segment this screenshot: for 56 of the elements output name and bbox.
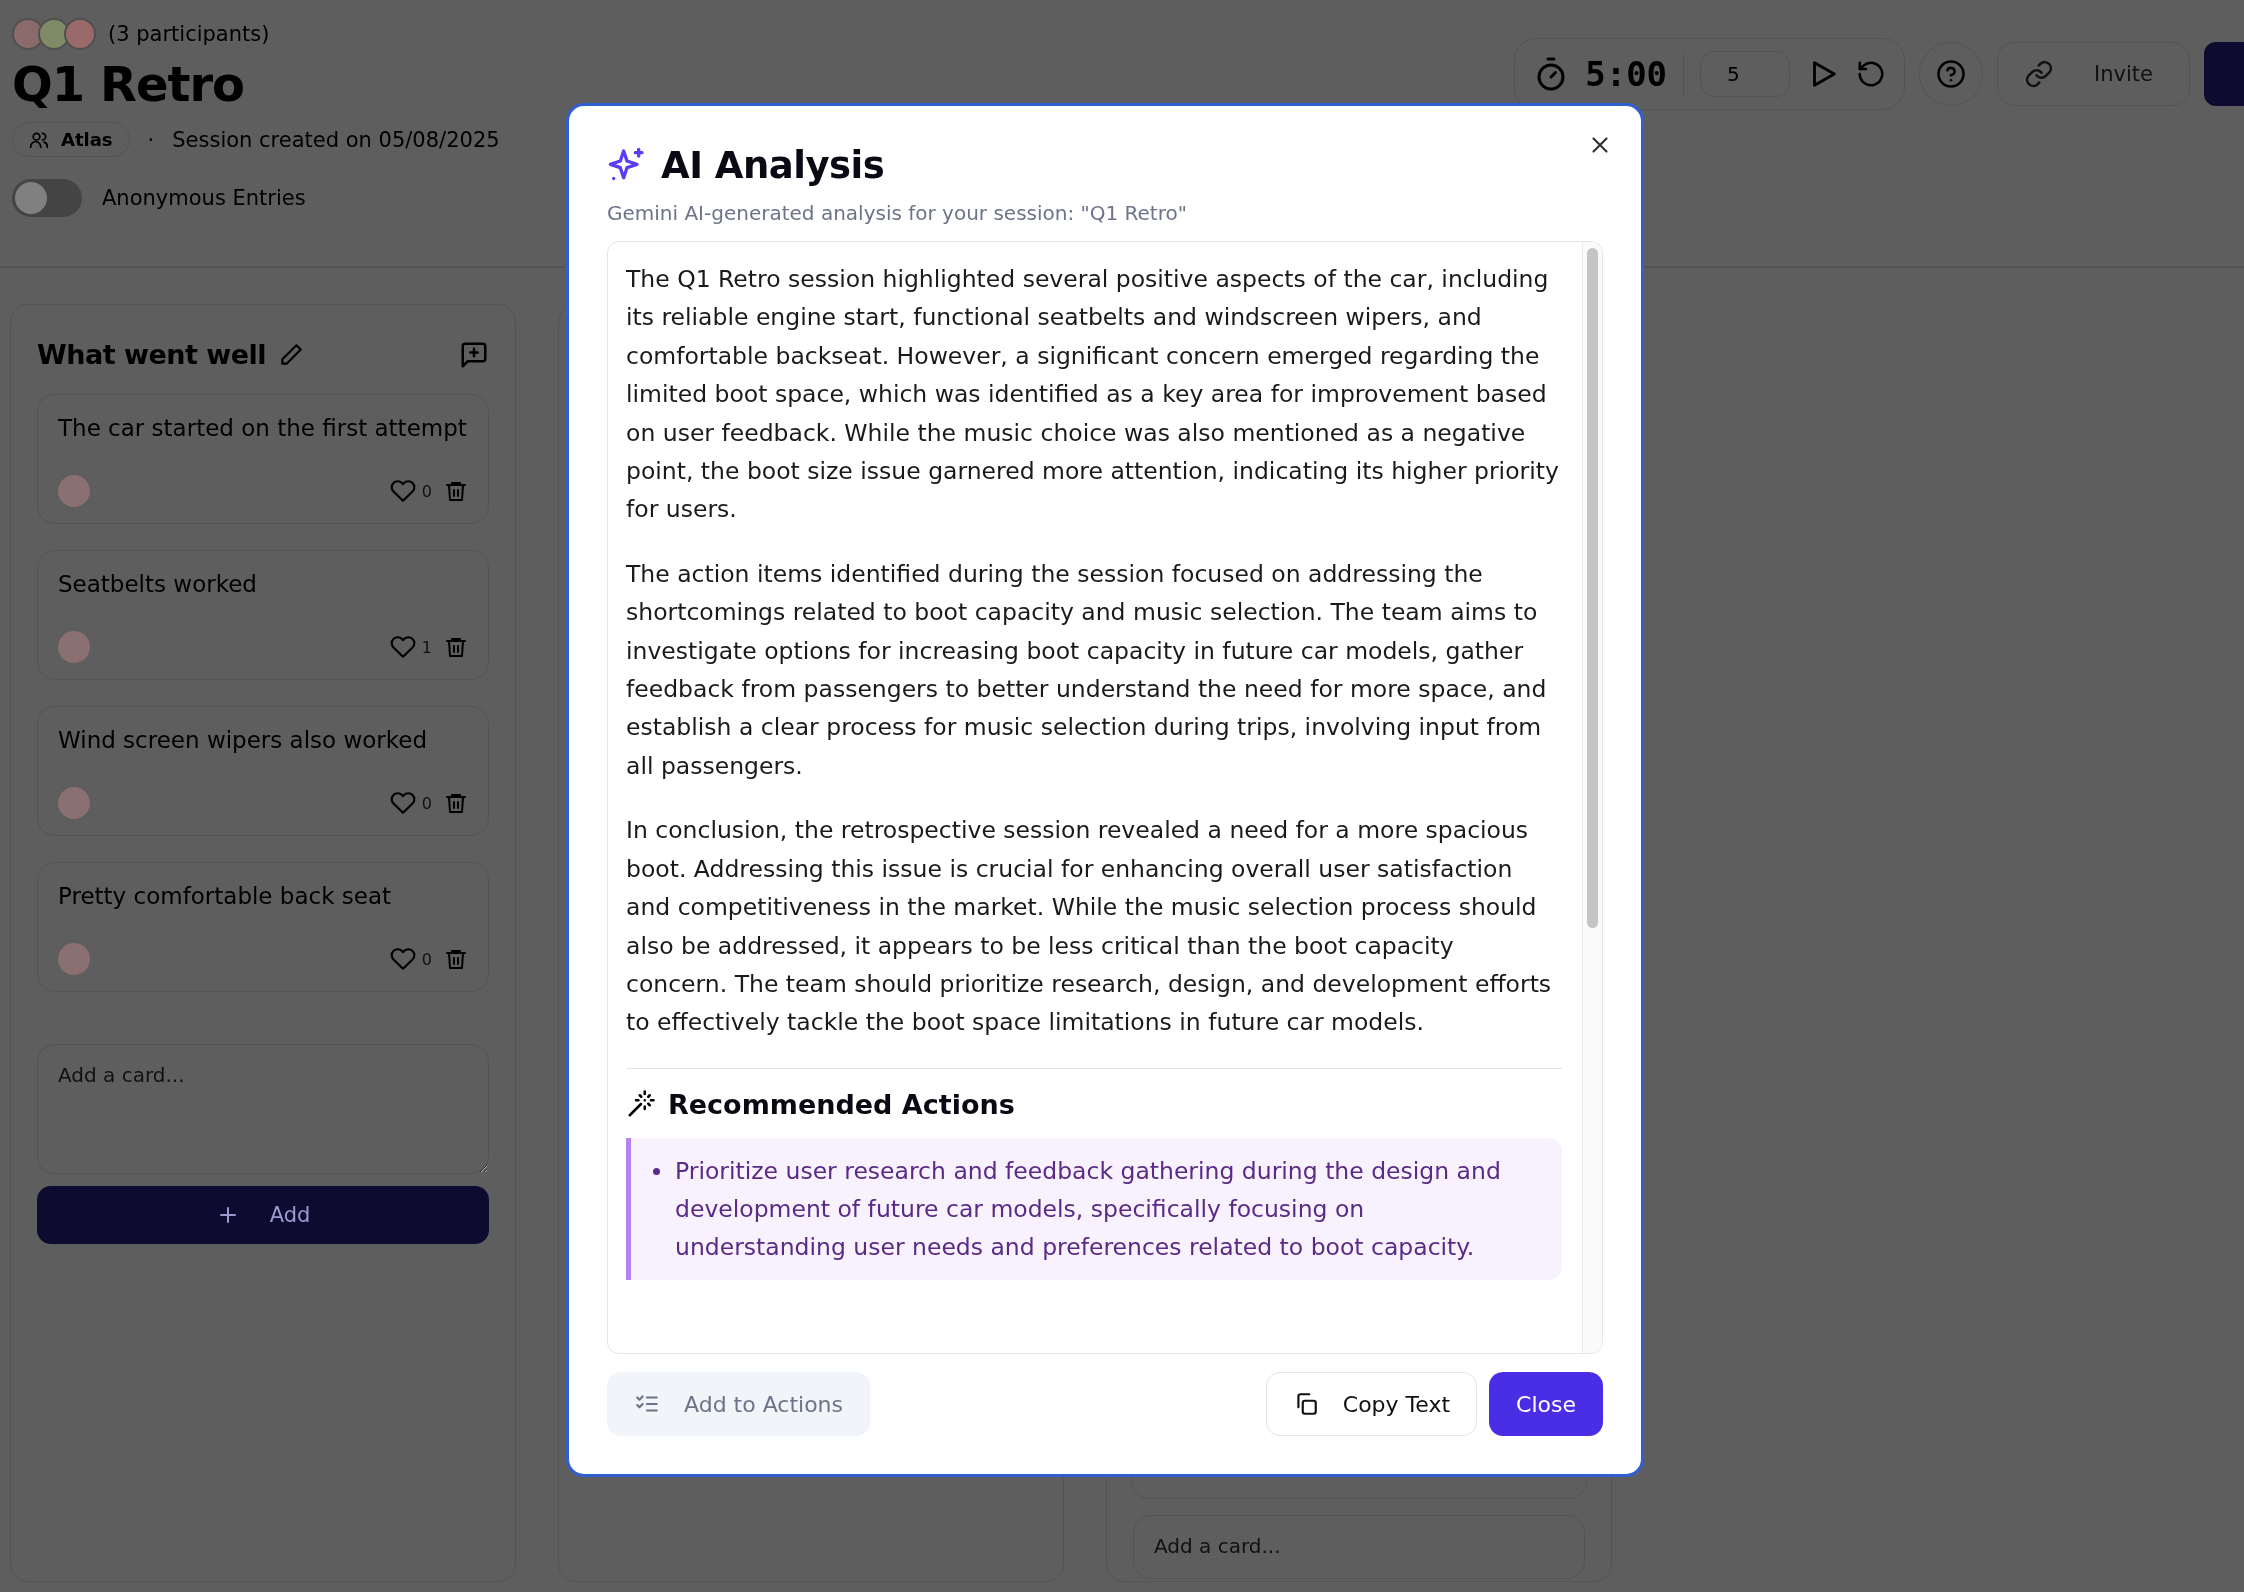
magic-wand-icon [626, 1089, 656, 1120]
toggle-label: Anonymous Entries [102, 186, 306, 210]
trash-icon [444, 479, 468, 503]
column-title: What went well [37, 339, 267, 370]
section-heading: Recommended Actions [668, 1088, 1015, 1120]
timer-display: 5:00 [1585, 54, 1668, 94]
add-card-field[interactable]: Add a card... [1133, 1515, 1585, 1579]
avatar [58, 475, 90, 507]
card-text: The car started on the first attempt [58, 415, 468, 441]
trash-icon [444, 947, 468, 971]
analysis-paragraph: The Q1 Retro session highlighted several positive aspects of the car, including its reliable engine start, functional seatbelts and windscreen wipers, and comfortable backseat. However, a significant concern emerged regarding the limited boot space, which was identified as a key area for improvement based on user feedback. While the music choice was also mentioned as a negative point, the boot size issue garnered more attention, indicating its higher priority for users. [626, 264, 1560, 526]
edit-button[interactable] [278, 341, 305, 368]
delete-button[interactable] [444, 479, 468, 503]
add-card-field[interactable]: Add a card... [37, 1044, 489, 1174]
reset-button[interactable] [1856, 59, 1887, 89]
card-text: Pretty comfortable back seat [58, 883, 393, 909]
like-button[interactable]: 0 [389, 478, 432, 504]
delete-button[interactable] [444, 947, 468, 971]
copy-text-button[interactable]: Copy Text [1265, 1372, 1478, 1436]
link-icon [2024, 59, 2055, 89]
like-button[interactable]: 0 [389, 790, 432, 816]
session-title: Q1 Retro [12, 56, 246, 112]
heart-icon [389, 946, 416, 972]
pencil-icon [278, 341, 305, 368]
minutes-field[interactable]: 5 [1700, 51, 1791, 97]
heart-icon [389, 634, 416, 660]
heart-icon [389, 790, 416, 816]
close-button[interactable]: Close [1489, 1372, 1603, 1436]
invite-button[interactable]: Invite [1997, 42, 2190, 106]
analysis-paragraph: The action items identified during the session focused on addressing the shortcomings related to boot capacity and music selection. The team aims to investigate options for increasing boot capacity in future car models, gather feedback from passengers to better understand the need for more space, and establish a clear process for music selection during trips, involving input from all passengers. [626, 558, 1548, 782]
like-button[interactable]: 0 [389, 946, 432, 972]
avatar [58, 631, 90, 663]
add-button[interactable]: Add [37, 1186, 489, 1244]
participant-count: (3 participants) [108, 22, 270, 46]
dialog-subtitle: Gemini AI-generated analysis for your session: "Q1 Retro" [607, 201, 1188, 225]
dialog-title: AI Analysis [661, 144, 885, 187]
toggle-switch[interactable] [12, 179, 82, 217]
delete-button[interactable] [444, 635, 468, 659]
analysis-paragraph: In conclusion, the retrospective session revealed a need for a more spacious boot. Addressing this issue is crucial for enhancing overall user satisfaction and competitiveness in the market. While the music selection process should also be addressed, it appears to be less critical than the boot capacity concern. The team should prioritize research, design, and development efforts to effectively tackle the boot space limitations in future car models. [626, 815, 1553, 1039]
trash-icon [444, 635, 468, 659]
help-icon [1936, 59, 1967, 89]
card-text: Seatbelts worked [58, 571, 258, 597]
reset-icon [1856, 59, 1887, 89]
scrollbar[interactable] [1582, 242, 1602, 1353]
avatar [58, 787, 90, 819]
cut-off-button[interactable] [2204, 42, 2244, 106]
trash-icon [444, 791, 468, 815]
like-button[interactable]: 1 [389, 634, 432, 660]
session-date: Session created on 05/08/2025 [172, 127, 500, 152]
heart-icon [389, 478, 416, 504]
add-to-actions-button[interactable]: Add to Actions [607, 1372, 871, 1436]
card-text: Wind screen wipers also worked [58, 727, 429, 753]
action-item: Prioritize user research and feedback gathering during the design and development of future car models, specifically focusing on understanding user needs and preferences related to boot capacity. [651, 1151, 1542, 1266]
delete-button[interactable] [444, 791, 468, 815]
separator-dot: · [147, 127, 155, 152]
avatar [58, 943, 90, 975]
